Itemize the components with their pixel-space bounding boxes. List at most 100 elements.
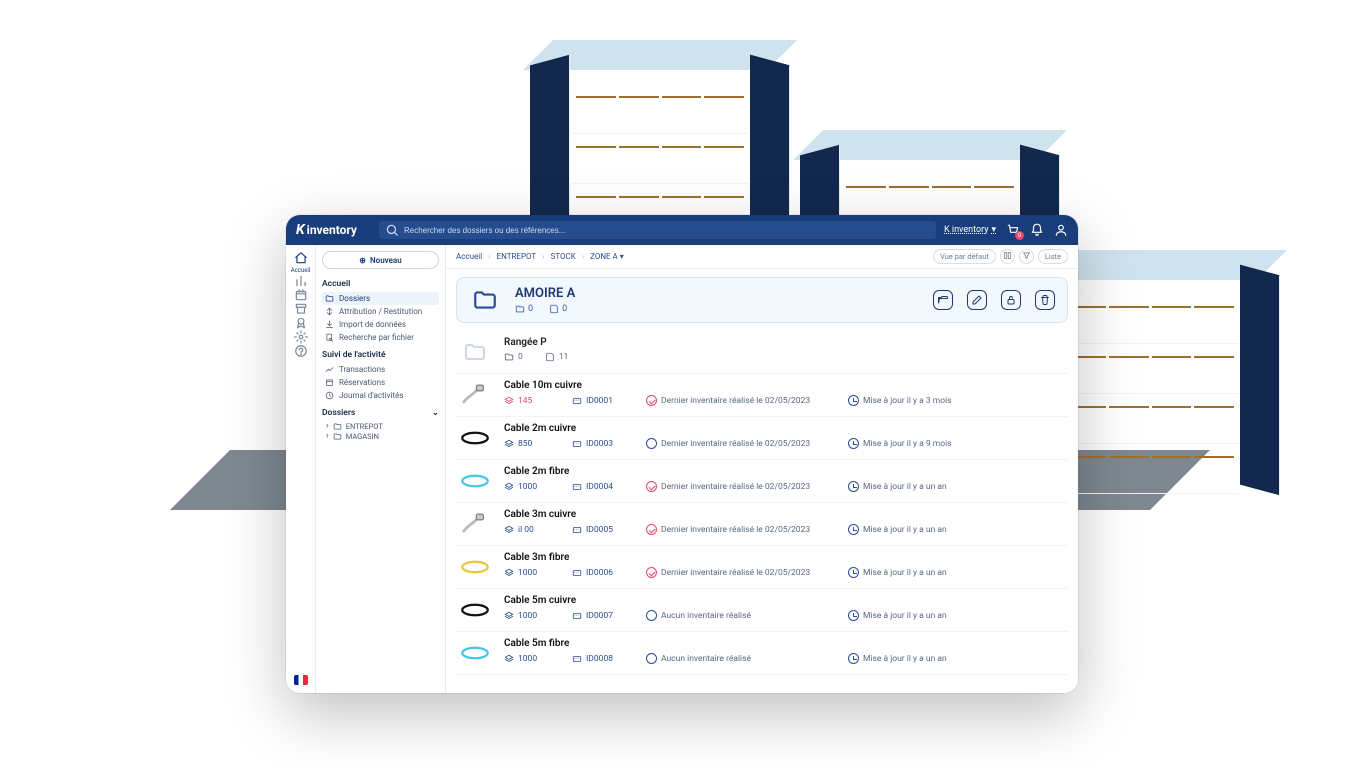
breadcrumb-separator: › [488,252,490,261]
app-window: K inventory K inventory ▾ [286,215,1078,693]
clock-icon [848,395,859,406]
item-row[interactable]: Cable 3m cuivre il 00 ID0005 Dernier invent… [456,503,1068,546]
app-logo: K inventory [296,222,357,238]
bell-icon[interactable] [1030,223,1044,237]
edit-button[interactable] [967,290,987,310]
sidebar-item-dossiers[interactable]: Dossiers [322,292,439,305]
folder-count: 0 [504,352,523,362]
content-list[interactable]: AMOIRE A 0 0 [446,269,1078,693]
view-mode-label: Liste [1045,252,1061,261]
last-update: Mise à jour il y a un an [848,653,947,664]
rail-item-archive[interactable] [291,302,311,316]
last-inventory: Dernier inventaire réalisé le 02/05/2023 [646,524,826,535]
item-thumbnail [460,423,490,453]
breadcrumb-bar: Accueil›ENTREPOT›STOCK›ZONE A ▾ Vue par … [446,245,1078,269]
item-row[interactable]: Cable 5m fibre1000ID0008Aucun inventaire… [456,632,1068,675]
breadcrumb-item[interactable]: Accueil [456,252,482,261]
row-name: Cable 2m fibre [504,466,1064,477]
last-update: Mise à jour il y a 9 mois [848,438,952,449]
open-folder-button[interactable] [933,290,953,310]
item-thumbnail [460,552,490,582]
locale-flag-fr[interactable] [294,675,308,685]
sidebar-item-import[interactable]: Import de données [322,318,439,331]
sidebar-item-reservations[interactable]: Réservations [322,376,439,389]
nav-rail: Accueil [286,245,316,693]
tenant-selector[interactable]: K inventory ▾ [944,225,996,235]
alert-icon [646,481,657,492]
alert-icon [646,395,657,406]
rail-item-home[interactable]: Accueil [291,251,311,274]
breadcrumb-item[interactable]: ENTREPOT [497,252,537,261]
reference: ID0003 [572,439,624,449]
section-head-dossiers[interactable]: Dossiers ⌄ [322,408,439,418]
sidebar-item-recherche[interactable]: Recherche par fichier [322,331,439,344]
rail-item-calendar[interactable] [291,288,311,302]
quantity: 850 [504,439,550,449]
item-row[interactable]: Cable 10m cuivre145ID0001Dernier inventa… [456,374,1068,417]
app-name: inventory [307,223,357,237]
logo-mark: K [296,222,305,238]
tenant-label: K inventory [944,225,988,235]
chevron-right-icon: › [326,431,329,441]
item-thumbnail [460,638,490,668]
sidebar-item-transactions[interactable]: Transactions [322,363,439,376]
filter-button[interactable] [1019,249,1034,264]
topbar: K inventory K inventory ▾ [286,215,1078,245]
tree-node-entrepot[interactable]: ›ENTREPOT [322,421,439,431]
quantity: 1000 [504,482,550,492]
clock-icon [848,481,859,492]
last-inventory: Aucun inventaire réalisé [646,653,826,664]
reference: ID0007 [572,611,624,621]
user-icon[interactable] [1054,223,1068,237]
reference: ID0001 [572,396,624,406]
rail-item-settings[interactable] [291,330,311,344]
item-thumbnail [460,595,490,625]
reference: ID0005 [572,525,624,535]
row-name: Rangée P [504,337,568,348]
rail-item-support[interactable] [291,344,311,358]
last-inventory: Dernier inventaire réalisé le 02/05/2023 [646,438,826,449]
rail-item-badge[interactable] [291,316,311,330]
item-row[interactable]: Cable 5m cuivre1000ID0007Aucun inventair… [456,589,1068,632]
row-name: Cable 2m cuivre [504,423,1064,434]
quantity: 145 [504,396,550,406]
breadcrumb-separator: › [582,252,584,261]
row-name: Cable 3m cuivre [504,509,1064,520]
view-mode-button[interactable]: Liste [1038,249,1068,264]
search-input[interactable] [404,226,930,235]
tree-node-magasin[interactable]: ›MAGASIN [322,431,439,441]
item-thumbnail [460,509,490,539]
cart-icon[interactable] [1006,223,1020,237]
item-row[interactable]: Cable 2m fibre1000ID0004Dernier inventai… [456,460,1068,503]
hero-folders-count: 0 [515,304,533,314]
sidebar: ⊕ Nouveau Accueil DossiersAttribution / … [316,245,446,693]
item-row[interactable]: Cable 2m cuivre 850 ID0003 Dernier inventai… [456,417,1068,460]
breadcrumb-item[interactable]: ZONE A ▾ [590,252,624,261]
delete-button[interactable] [1035,290,1055,310]
columns-button[interactable] [1000,249,1015,264]
topbar-right: K inventory ▾ [944,223,1068,237]
info-icon [646,653,657,664]
last-update: Mise à jour il y a un an [848,481,947,492]
rail-item-stats[interactable] [291,274,311,288]
global-search[interactable] [379,221,936,239]
view-default-button[interactable]: Vue par défaut [933,249,996,264]
section-head-accueil: Accueil [322,279,439,289]
row-name: Cable 5m cuivre [504,595,1064,606]
sidebar-item-journal[interactable]: Journal d'activités [322,389,439,402]
sidebar-item-attribution[interactable]: Attribution / Restitution [322,305,439,318]
breadcrumb-item[interactable]: STOCK [551,252,576,261]
lock-button[interactable] [1001,290,1021,310]
filter-icon [1022,251,1031,262]
columns-icon [1003,251,1012,262]
alert-icon [646,567,657,578]
last-update: Mise à jour il y a un an [848,567,947,578]
hero-title: AMOIRE A [515,286,575,301]
last-inventory: Aucun inventaire réalisé [646,610,826,621]
reference: ID0008 [572,654,624,664]
new-button[interactable]: ⊕ Nouveau [322,251,439,269]
row-name: Cable 10m cuivre [504,380,1064,391]
item-row[interactable]: Cable 3m fibre1000ID0006Dernier inventai… [456,546,1068,589]
quantity: il 00 [504,525,550,535]
folder-row[interactable]: Rangée P011 [456,331,1068,374]
